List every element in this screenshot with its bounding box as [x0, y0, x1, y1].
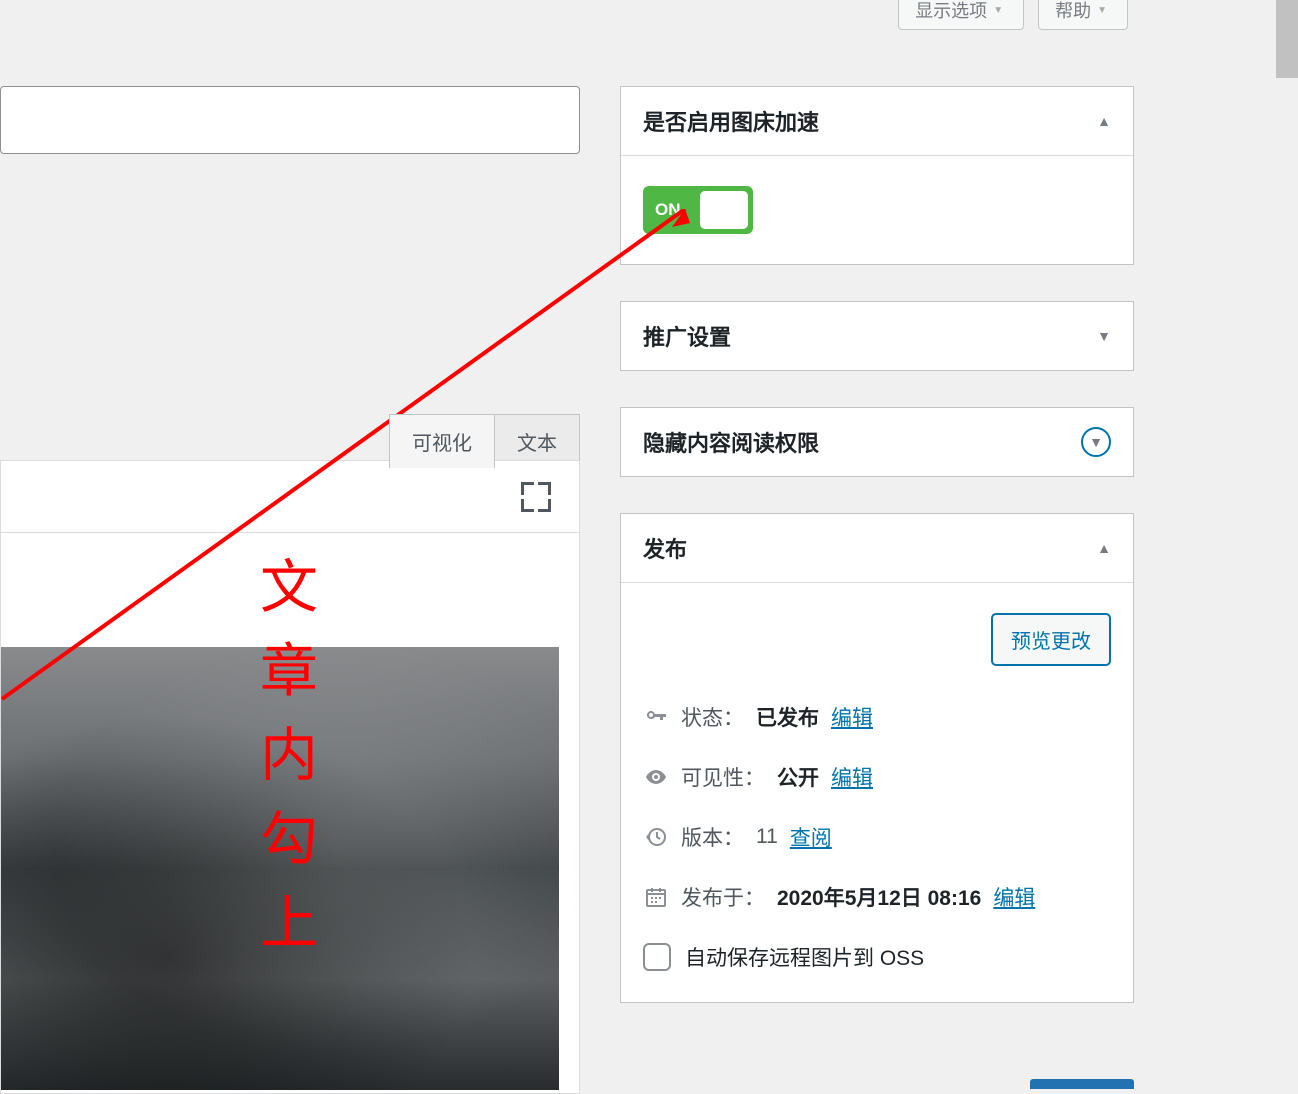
- visibility-row: 可见性： 公开 编辑: [643, 762, 1111, 792]
- panel-hidden-perm-title: 隐藏内容阅读权限: [643, 426, 819, 458]
- editor-toolbar: [1, 461, 579, 533]
- revisions-label: 版本：: [681, 822, 744, 852]
- panel-promo: 推广设置 ▼: [620, 301, 1134, 371]
- collapse-icon: ▲: [1097, 540, 1111, 556]
- tab-visual[interactable]: 可视化: [389, 414, 495, 468]
- preview-changes-button[interactable]: 预览更改: [991, 613, 1111, 666]
- image-accel-toggle[interactable]: ON: [643, 186, 753, 234]
- visibility-value: 公开: [777, 762, 819, 792]
- eye-icon: [643, 765, 669, 789]
- status-label: 状态：: [681, 702, 744, 732]
- tab-text-label: 文本: [517, 433, 557, 455]
- editor-body: [0, 460, 580, 1094]
- published-edit-link[interactable]: 编辑: [993, 882, 1035, 912]
- panel-image-accel: 是否启用图床加速 ▲ ON: [620, 86, 1134, 265]
- published-row: 发布于： 2020年5月12日 08:16 编辑: [643, 882, 1111, 912]
- status-edit-link[interactable]: 编辑: [831, 702, 873, 732]
- revisions-browse-link[interactable]: 查阅: [790, 822, 832, 852]
- help-button[interactable]: 帮助: [1038, 0, 1128, 30]
- fullscreen-icon[interactable]: [521, 482, 551, 512]
- status-row: 状态： 已发布 编辑: [643, 702, 1111, 732]
- post-image[interactable]: [1, 647, 559, 1090]
- auto-save-checkbox[interactable]: [643, 943, 671, 971]
- panel-hidden-perm-header[interactable]: 隐藏内容阅读权限 ▼: [621, 408, 1133, 476]
- post-title-input[interactable]: [0, 86, 580, 154]
- revisions-value: 11: [756, 825, 778, 849]
- panel-promo-header[interactable]: 推广设置 ▼: [621, 302, 1133, 370]
- panel-image-accel-title: 是否启用图床加速: [643, 105, 819, 137]
- editor-content[interactable]: [1, 533, 579, 1093]
- auto-save-row: 自动保存远程图片到 OSS: [643, 942, 1111, 972]
- auto-save-label: 自动保存远程图片到 OSS: [685, 942, 924, 972]
- panel-image-accel-header[interactable]: 是否启用图床加速 ▲: [621, 87, 1133, 156]
- revisions-row: 版本： 11 查阅: [643, 822, 1111, 852]
- history-icon: [643, 825, 669, 849]
- screen-options-label: 显示选项: [915, 0, 987, 23]
- status-value: 已发布: [756, 702, 819, 732]
- panel-promo-title: 推广设置: [643, 320, 731, 352]
- calendar-icon: [643, 885, 669, 909]
- visibility-edit-link[interactable]: 编辑: [831, 762, 873, 792]
- panel-hidden-perm: 隐藏内容阅读权限 ▼: [620, 407, 1134, 477]
- panel-publish-title: 发布: [643, 532, 687, 564]
- published-value: 2020年5月12日 08:16: [777, 882, 981, 912]
- tab-visual-label: 可视化: [412, 433, 472, 455]
- help-label: 帮助: [1055, 0, 1091, 23]
- published-label: 发布于：: [681, 882, 765, 912]
- visibility-label: 可见性：: [681, 762, 765, 792]
- update-button-partial[interactable]: [1030, 1079, 1134, 1089]
- toggle-knob: [700, 191, 748, 229]
- screen-options-button[interactable]: 显示选项: [898, 0, 1024, 30]
- panel-publish-header[interactable]: 发布 ▲: [621, 514, 1133, 583]
- collapse-icon: ▲: [1097, 113, 1111, 129]
- panel-publish: 发布 ▲ 预览更改 状态： 已发布 编辑 可见性：: [620, 513, 1134, 1003]
- scrollbar[interactable]: [1276, 0, 1298, 78]
- expand-icon: ▼: [1097, 328, 1111, 344]
- key-icon: [643, 705, 669, 729]
- toggle-state: ON: [655, 200, 681, 220]
- expand-circled-icon: ▼: [1081, 427, 1111, 457]
- preview-changes-label: 预览更改: [1011, 631, 1091, 653]
